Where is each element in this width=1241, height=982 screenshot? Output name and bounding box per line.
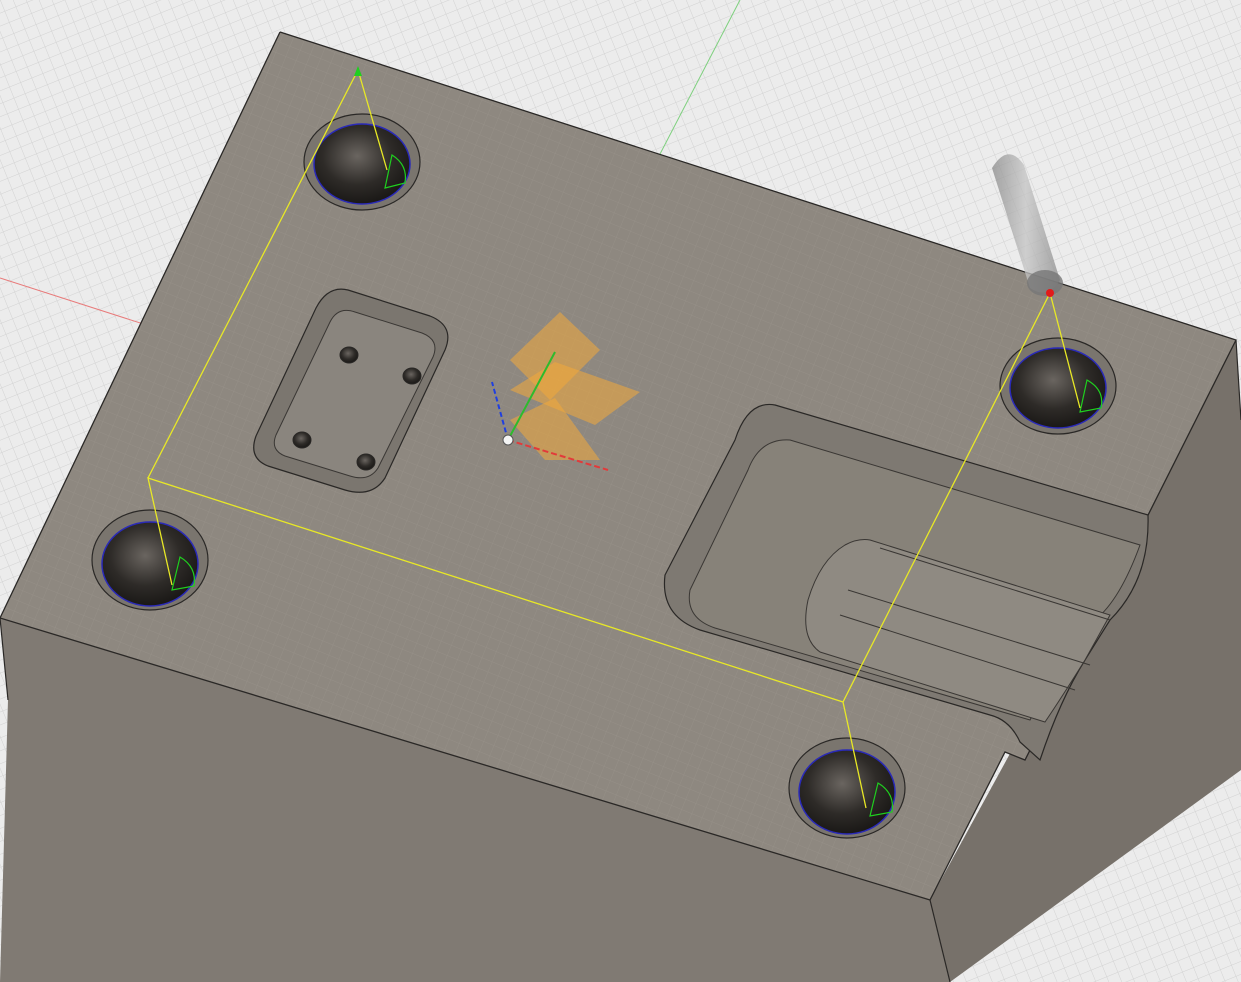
hole-2[interactable] <box>999 337 1117 435</box>
hole-1[interactable] <box>303 113 421 211</box>
hole-1-bore <box>313 123 411 205</box>
tool-tip <box>1027 270 1063 296</box>
hole-4-bore <box>798 749 896 835</box>
small-hole-1[interactable] <box>339 346 359 364</box>
tool-position-marker <box>1046 289 1054 297</box>
wcs-origin-point[interactable] <box>502 434 514 446</box>
small-hole-2[interactable] <box>402 367 422 385</box>
hole-4[interactable] <box>788 737 906 839</box>
hole-3-bore <box>101 521 199 607</box>
small-hole-4[interactable] <box>356 453 376 471</box>
hole-3[interactable] <box>91 509 209 611</box>
small-hole-3[interactable] <box>292 431 312 449</box>
hole-2-bore <box>1009 347 1107 429</box>
cam-viewport[interactable] <box>0 0 1241 982</box>
